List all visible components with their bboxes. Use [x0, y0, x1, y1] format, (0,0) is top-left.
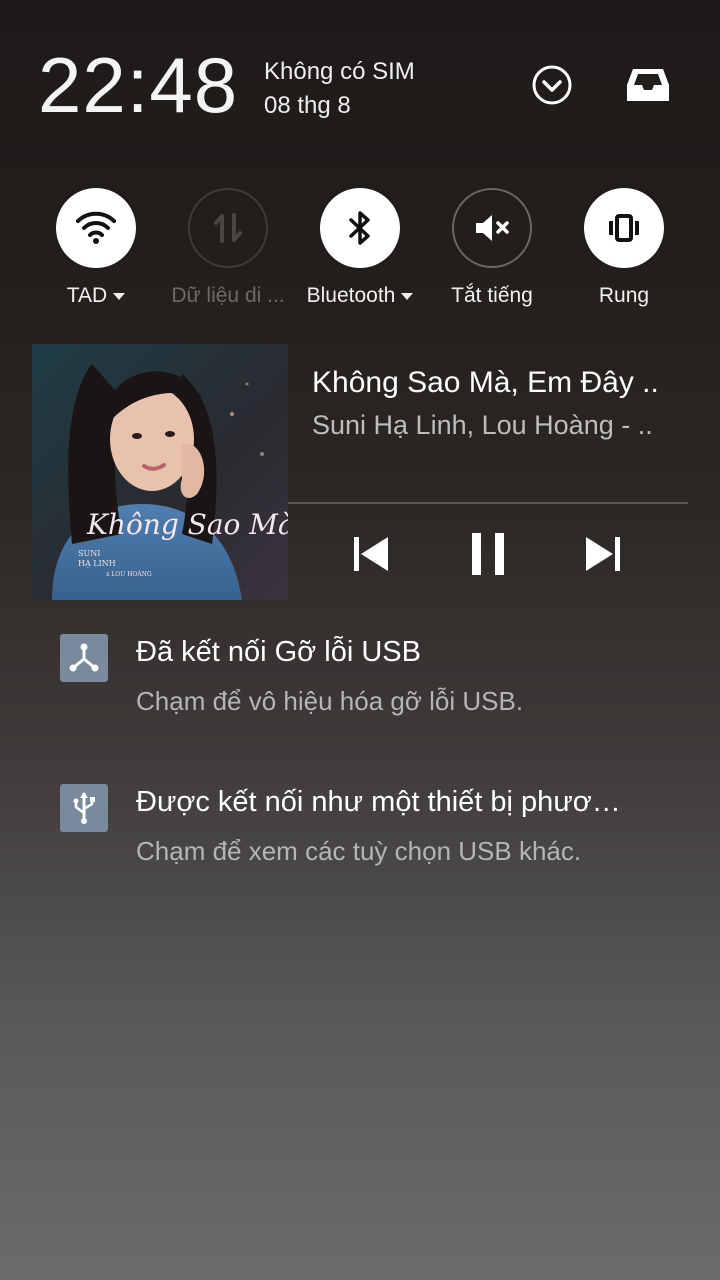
- mute-icon: [452, 188, 532, 268]
- toggle-wifi[interactable]: TAD: [30, 188, 162, 318]
- toggle-mobile-data-label: Dữ liệu di ...: [171, 284, 285, 307]
- wifi-icon: [56, 188, 136, 268]
- caret-down-icon[interactable]: [113, 292, 126, 300]
- track-artist: Suni Hạ Linh, Lou Hoàng - ..: [312, 410, 653, 440]
- previous-icon: [354, 537, 388, 571]
- pause-icon: [472, 533, 504, 575]
- track-title: Không Sao Mà, Em Đây ..: [312, 366, 659, 399]
- vibrate-icon: [584, 188, 664, 268]
- next-button[interactable]: [574, 524, 634, 584]
- previous-button[interactable]: [340, 524, 400, 584]
- inbox-tray-icon[interactable]: [623, 60, 673, 110]
- toggle-wifi-label: TAD: [66, 284, 108, 307]
- pause-button[interactable]: [458, 524, 518, 584]
- toggle-bluetooth[interactable]: Bluetooth: [294, 188, 426, 318]
- usb-debug-icon: [60, 634, 108, 682]
- media-player-card[interactable]: Không Sao Mà, Em Đây Rồi SUNI HẠ LINH x …: [32, 344, 688, 600]
- notification-title: Được kết nối như một thiết bị phươ…: [136, 786, 621, 818]
- toggle-vibrate-label: Rung: [598, 284, 650, 307]
- date-label: 08 thg 8: [264, 92, 351, 119]
- media-divider: [288, 502, 688, 504]
- notification-text: Chạm để xem các tuỳ chọn USB khác.: [136, 836, 582, 866]
- svg-text:HẠ LINH: HẠ LINH: [78, 559, 116, 568]
- svg-text:x LOU HOÀNG: x LOU HOÀNG: [106, 571, 152, 578]
- carrier-label: Không có SIM: [264, 58, 415, 85]
- toggle-mobile-data[interactable]: Dữ liệu di ...: [162, 188, 294, 318]
- next-icon: [586, 537, 620, 571]
- toggle-vibrate[interactable]: Rung: [558, 188, 690, 318]
- chevron-down-circle-icon[interactable]: [527, 60, 577, 110]
- svg-text:SUNI: SUNI: [78, 549, 100, 558]
- clock-time: 22:48: [38, 41, 239, 129]
- notification-usb-mode[interactable]: Được kết nối như một thiết bị phươ… Chạm…: [0, 784, 720, 894]
- album-art[interactable]: Không Sao Mà, Em Đây Rồi SUNI HẠ LINH x …: [32, 344, 288, 600]
- toggle-mute-label: Tắt tiếng: [451, 284, 533, 307]
- caret-down-icon[interactable]: [401, 292, 414, 300]
- notification-text: Chạm để vô hiệu hóa gỡ lỗi USB.: [136, 686, 524, 716]
- album-art-title: Không Sao Mà, Em Đây Rồi: [86, 508, 288, 541]
- bluetooth-icon: [320, 188, 400, 268]
- usb-icon: [60, 784, 108, 832]
- notification-title: Đã kết nối Gỡ lỗi USB: [136, 636, 421, 668]
- quick-settings-row: TAD Dữ liệu di ... Bluetooth Tắt tiếng R…: [0, 188, 720, 318]
- toggle-mute[interactable]: Tắt tiếng: [426, 188, 558, 318]
- toggle-bluetooth-label: Bluetooth: [306, 284, 396, 307]
- mobile-data-icon: [188, 188, 268, 268]
- notification-usb-debugging[interactable]: Đã kết nối Gỡ lỗi USB Chạm để vô hiệu hó…: [0, 634, 720, 744]
- status-info: Không có SIM 08 thg 8: [264, 55, 415, 123]
